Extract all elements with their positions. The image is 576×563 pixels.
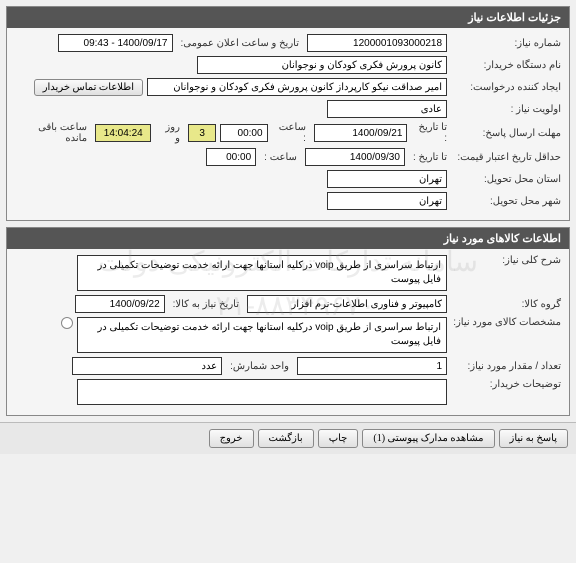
goods-info-panel: اطلاعات کالاهای مورد نیاز شرح کلی نیاز: … [6, 227, 570, 416]
exit-button[interactable]: خروج [209, 429, 254, 448]
until-label: تا تاریخ : [411, 122, 447, 144]
validity-label: حداقل تاریخ اعتبار قیمت: [451, 152, 561, 163]
buyer-notes-field [77, 379, 447, 405]
deadline-label: مهلت ارسال پاسخ: [451, 128, 561, 139]
back-button[interactable]: بازگشت [258, 429, 314, 448]
buyer-field: کانون پرورش فکری کودکان و نوجوانان [197, 56, 447, 74]
button-row: پاسخ به نیاز مشاهده مدارک پیوستی (1) چاپ… [0, 422, 576, 454]
desc-label: شرح کلی نیاز: [451, 255, 561, 266]
days-and-label: روز و [155, 122, 184, 144]
group-label: گروه کالا: [451, 299, 561, 310]
validity-date-field: 1400/09/30 [305, 148, 405, 166]
deadline-time-field: 00:00 [220, 124, 267, 142]
until-label-2: تا تاریخ : [409, 152, 447, 163]
need-date-label: تاریخ نیاز به کالا: [169, 299, 243, 310]
time-label-2: ساعت : [260, 152, 301, 163]
delivery-city-field: تهران [327, 192, 447, 210]
time-label-1: ساعت : [272, 122, 310, 144]
respond-button[interactable]: پاسخ به نیاز [499, 429, 569, 448]
info-icon [61, 317, 73, 329]
need-number-field: 1200001093000218 [307, 34, 447, 52]
need-number-label: شماره نیاز: [451, 38, 561, 49]
qty-label: تعداد / مقدار مورد نیاز: [451, 361, 561, 372]
attachments-button[interactable]: مشاهده مدارک پیوستی (1) [362, 429, 494, 448]
deadline-date-field: 1400/09/21 [314, 124, 407, 142]
contact-buyer-button[interactable]: اطلاعات تماس خریدار [34, 79, 143, 96]
qty-field: 1 [297, 357, 447, 375]
group-field: کامپیوتر و فناوری اطلاعات-نرم افزار [247, 295, 447, 313]
priority-label: اولویت نیاز : [451, 104, 561, 115]
print-button[interactable]: چاپ [318, 429, 359, 448]
delivery-province-label: استان محل تحویل: [451, 174, 561, 185]
creator-label: ایجاد کننده درخواست: [451, 82, 561, 93]
days-remaining-field: 3 [188, 124, 217, 142]
unit-label: واحد شمارش: [226, 361, 293, 372]
delivery-city-label: شهر محل تحویل: [451, 196, 561, 207]
creator-field: امیر صداقت نیکو کارپرداز کانون پرورش فکر… [147, 78, 447, 96]
buyer-label: نام دستگاه خریدار: [451, 60, 561, 71]
announce-label: تاریخ و ساعت اعلان عمومی: [177, 38, 304, 49]
need-details-panel: جزئیات اطلاعات نیاز شماره نیاز: 12000010… [6, 6, 570, 221]
goods-info-header: اطلاعات کالاهای مورد نیاز [7, 228, 569, 249]
spec-field: ارتباط سراسری از طریق voip درکلیه استانه… [77, 317, 447, 353]
validity-time-field: 00:00 [206, 148, 256, 166]
need-date-field: 1400/09/22 [75, 295, 165, 313]
time-remaining-field: 14:04:24 [95, 124, 151, 142]
spec-label: مشخصات کالای مورد نیاز: [451, 317, 561, 328]
priority-field: عادی [327, 100, 447, 118]
need-details-header: جزئیات اطلاعات نیاز [7, 7, 569, 28]
remain-label: ساعت باقی مانده [15, 122, 91, 144]
desc-field: ارتباط سراسری از طریق voip درکلیه استانه… [77, 255, 447, 291]
unit-field: عدد [72, 357, 222, 375]
buyer-notes-label: توضیحات خریدار: [451, 379, 561, 390]
delivery-province-field: تهران [327, 170, 447, 188]
announce-field: 1400/09/17 - 09:43 [58, 34, 173, 52]
